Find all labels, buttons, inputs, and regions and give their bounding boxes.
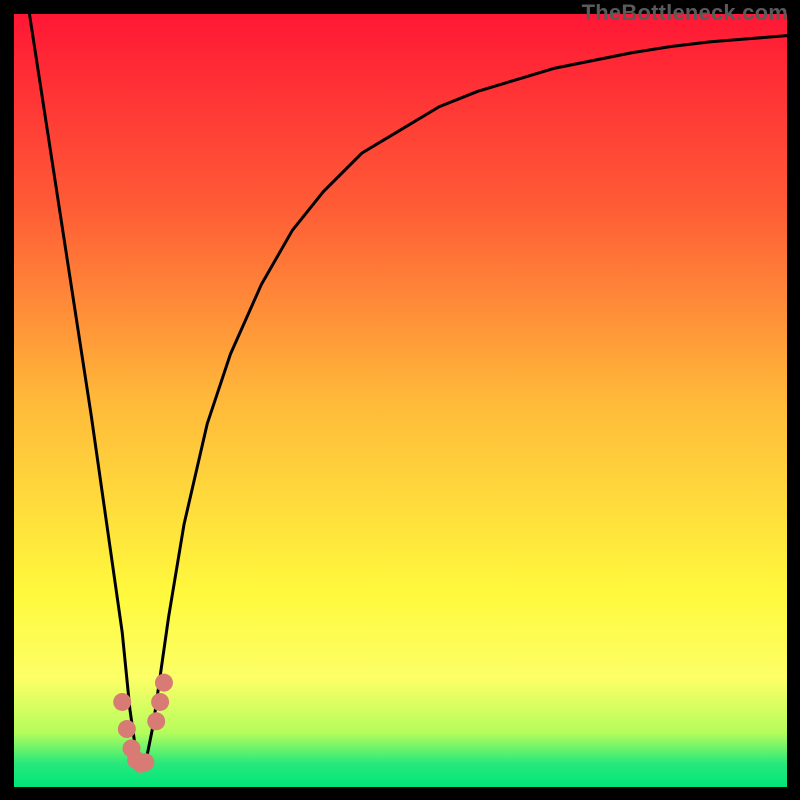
marker-point <box>136 753 154 771</box>
marker-point <box>151 693 169 711</box>
chart-frame: TheBottleneck.com <box>0 0 800 800</box>
marker-point <box>113 693 131 711</box>
bottleneck-curve <box>29 14 787 764</box>
plot-area <box>14 14 787 787</box>
highlighted-points <box>113 674 173 773</box>
chart-svg <box>14 14 787 787</box>
marker-point <box>118 720 136 738</box>
watermark-text: TheBottleneck.com <box>582 0 788 26</box>
marker-point <box>147 712 165 730</box>
marker-point <box>155 674 173 692</box>
